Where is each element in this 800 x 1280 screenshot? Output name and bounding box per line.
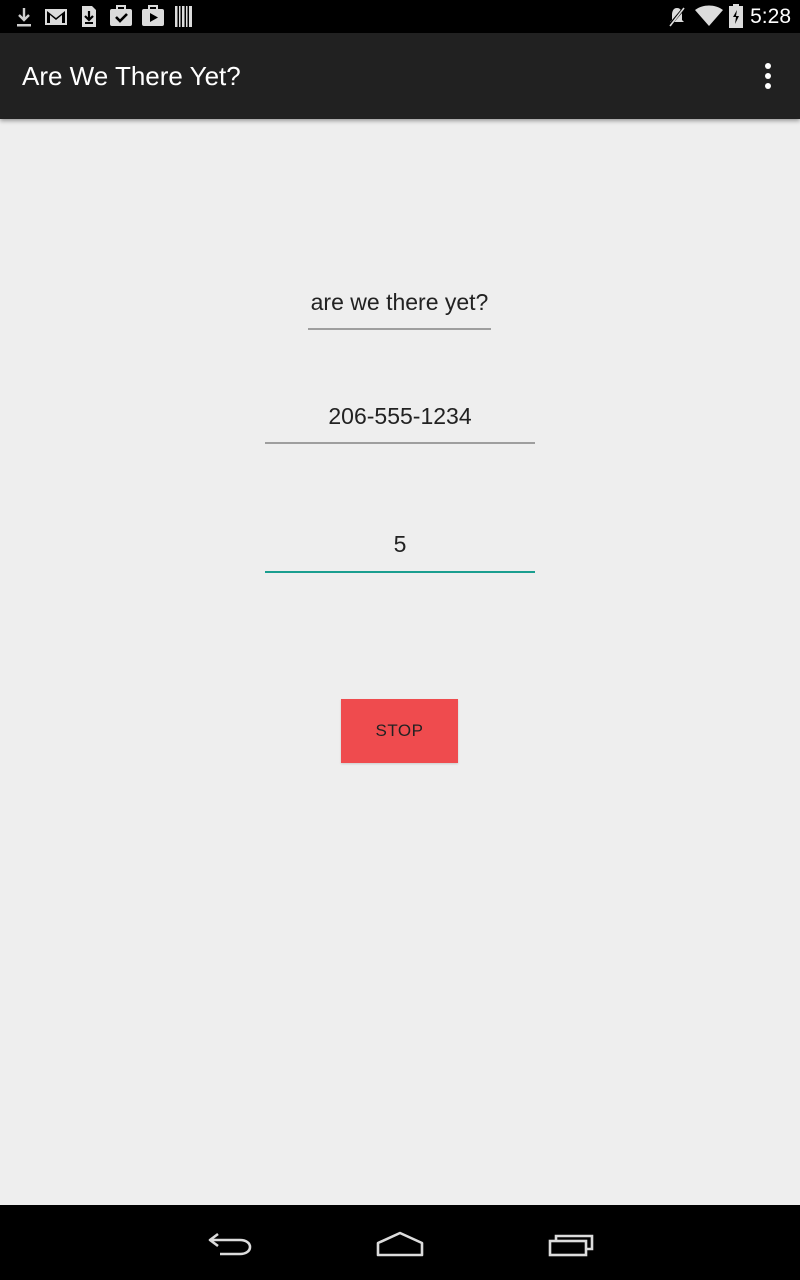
download-icon	[17, 8, 31, 27]
barcode-icon	[175, 6, 192, 27]
navigation-bar	[0, 1205, 800, 1280]
status-bar: 5:28	[0, 0, 800, 33]
phone-field[interactable]: 206-555-1234	[265, 403, 535, 444]
stop-button[interactable]: STOP	[341, 699, 458, 763]
home-icon[interactable]	[375, 1231, 425, 1257]
recents-icon[interactable]	[548, 1231, 596, 1257]
gmail-icon	[45, 9, 67, 25]
status-time: 5:28	[750, 5, 791, 28]
mute-icon	[667, 6, 687, 27]
action-bar: Are We There Yet?	[0, 33, 800, 119]
briefcase-check-icon	[110, 5, 132, 26]
wifi-icon	[695, 5, 723, 26]
message-field[interactable]: are we there yet?	[308, 289, 491, 330]
back-icon[interactable]	[206, 1231, 254, 1257]
battery-icon	[729, 4, 743, 28]
sim-download-icon	[82, 6, 96, 27]
app-title: Are We There Yet?	[22, 61, 241, 91]
overflow-menu-icon[interactable]	[756, 63, 780, 89]
briefcase-play-icon	[142, 5, 164, 26]
minutes-field[interactable]: 5	[265, 531, 535, 573]
